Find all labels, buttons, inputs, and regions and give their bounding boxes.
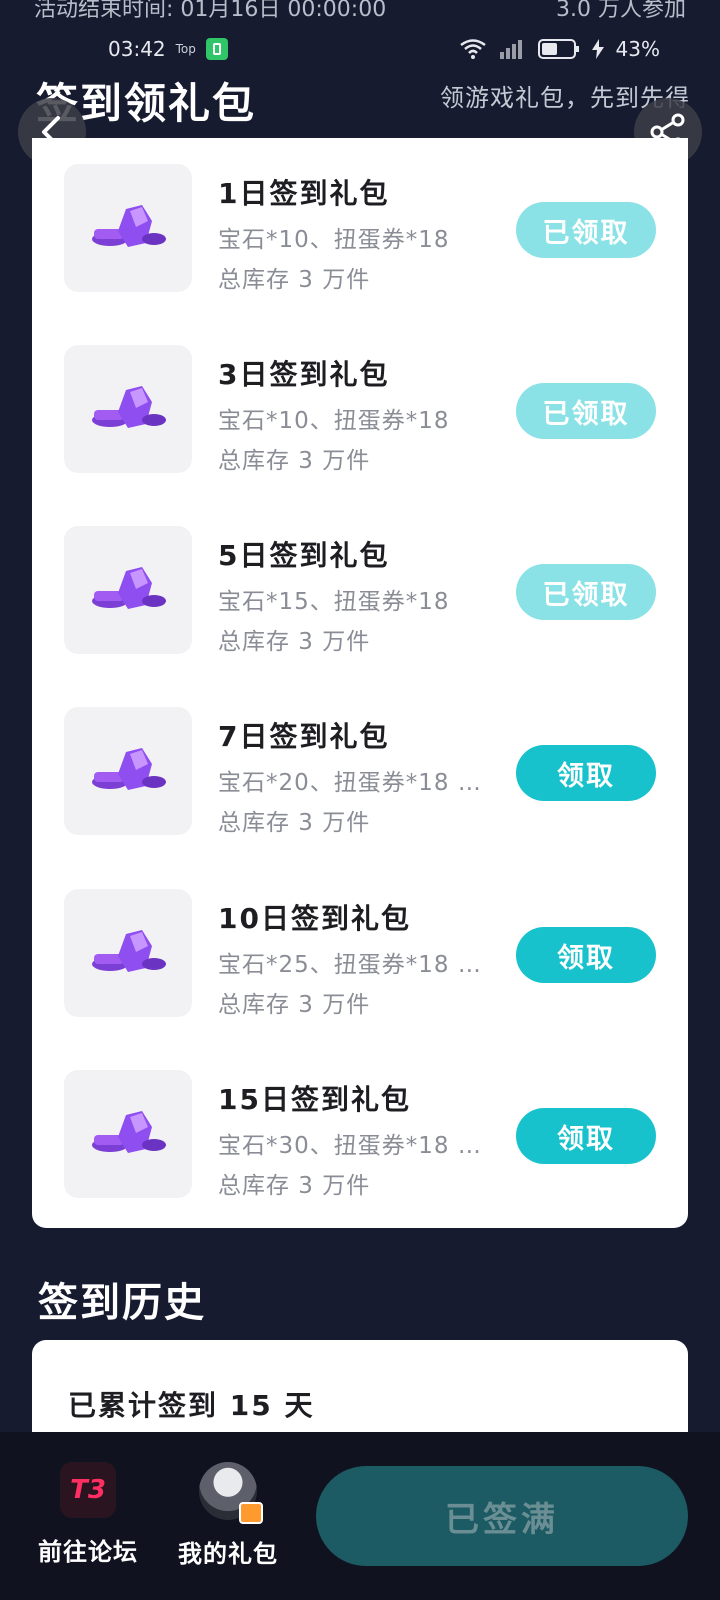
participant-count: 3.0 万人参加 bbox=[556, 0, 686, 22]
gift-stock: 总库存 3 万件 bbox=[218, 1173, 371, 1199]
gem-gift-image bbox=[64, 345, 192, 473]
status-bar: 03:42 Top 43% bbox=[0, 34, 720, 64]
gift-name: 3日签到礼包 bbox=[218, 358, 390, 391]
gift-stock: 总库存 3 万件 bbox=[218, 992, 371, 1018]
gift-name: 10日签到礼包 bbox=[218, 902, 411, 935]
activity-banner: 活动结束时间: 01月16日 00:00:00 3.0 万人参加 bbox=[0, 0, 720, 30]
gift-row-day-3: 3日签到礼包 宝石*10、扭蛋券*18 总库存 3 万件 已领取 bbox=[32, 345, 688, 475]
claimed-button[interactable]: 已领取 bbox=[516, 202, 656, 258]
gift-content: 宝石*20、扭蛋券*18 … bbox=[218, 770, 482, 796]
gift-row-day-10: 10日签到礼包 宝石*25、扭蛋券*18 … 总库存 3 万件 领取 bbox=[32, 889, 688, 1019]
status-top-label: Top bbox=[175, 42, 196, 56]
battery-app-icon bbox=[205, 38, 228, 60]
gift-content: 宝石*15、扭蛋券*18 bbox=[218, 589, 450, 615]
claimed-button[interactable]: 已领取 bbox=[516, 564, 656, 620]
gift-row-day-15: 15日签到礼包 宝石*30、扭蛋券*18 … 总库存 3 万件 领取 bbox=[32, 1070, 688, 1200]
gift-content: 宝石*25、扭蛋券*18 … bbox=[218, 952, 482, 978]
avatar bbox=[199, 1462, 263, 1524]
gift-name: 5日签到礼包 bbox=[218, 539, 390, 572]
activity-end-time: 活动结束时间: 01月16日 00:00:00 bbox=[34, 0, 387, 22]
my-gifts-tab[interactable]: 我的礼包 bbox=[170, 1462, 286, 1572]
gem-gift-image bbox=[64, 707, 192, 835]
wifi-icon bbox=[459, 39, 486, 59]
gem-gift-image bbox=[64, 889, 192, 1017]
status-time: 03:42 bbox=[108, 37, 166, 61]
gem-gift-image bbox=[64, 526, 192, 654]
battery-icon bbox=[537, 39, 579, 59]
gift-name: 7日签到礼包 bbox=[218, 720, 390, 753]
gift-row-day-1: 1日签到礼包 宝石*10、扭蛋券*18 总库存 3 万件 已领取 bbox=[32, 164, 688, 294]
page-header: 签到领礼包 领游戏礼包，先到先得 bbox=[0, 64, 720, 166]
gift-stock: 总库存 3 万件 bbox=[218, 810, 371, 836]
forum-logo-icon: T3 bbox=[60, 1462, 116, 1518]
signal-icon bbox=[499, 40, 522, 59]
gift-content: 宝石*10、扭蛋券*18 bbox=[218, 227, 450, 253]
my-gifts-label: 我的礼包 bbox=[178, 1540, 278, 1568]
claim-button[interactable]: 领取 bbox=[516, 745, 656, 801]
check-in-full-button[interactable]: 已签满 bbox=[316, 1466, 688, 1566]
gift-stock: 总库存 3 万件 bbox=[218, 267, 371, 293]
gift-name: 15日签到礼包 bbox=[218, 1083, 411, 1116]
gift-stock: 总库存 3 万件 bbox=[218, 448, 371, 474]
gift-row-day-7: 7日签到礼包 宝石*20、扭蛋券*18 … 总库存 3 万件 领取 bbox=[32, 707, 688, 837]
claimed-button[interactable]: 已领取 bbox=[516, 383, 656, 439]
gift-row-day-5: 5日签到礼包 宝石*15、扭蛋券*18 总库存 3 万件 已领取 bbox=[32, 526, 688, 656]
forum-label: 前往论坛 bbox=[38, 1538, 138, 1566]
claim-button[interactable]: 领取 bbox=[516, 927, 656, 983]
claim-button[interactable]: 领取 bbox=[516, 1108, 656, 1164]
charging-icon bbox=[591, 39, 604, 59]
history-summary: 已累计签到 15 天 bbox=[68, 1389, 315, 1422]
bottom-bar: T3 前往论坛 我的礼包 已签满 bbox=[0, 1432, 720, 1600]
gift-stock: 总库存 3 万件 bbox=[218, 629, 371, 655]
history-title: 签到历史 bbox=[38, 1280, 206, 1326]
gift-list: 1日签到礼包 宝石*10、扭蛋券*18 总库存 3 万件 已领取 3日签到礼包 … bbox=[32, 138, 688, 1228]
gift-content: 宝石*30、扭蛋券*18 … bbox=[218, 1133, 482, 1159]
gift-box-icon bbox=[239, 1502, 263, 1524]
gift-name: 1日签到礼包 bbox=[218, 177, 390, 210]
forum-tab[interactable]: T3 前往论坛 bbox=[30, 1462, 146, 1572]
gem-gift-image bbox=[64, 1070, 192, 1198]
battery-percent: 43% bbox=[615, 37, 660, 61]
gem-gift-image bbox=[64, 164, 192, 292]
gift-content: 宝石*10、扭蛋券*18 bbox=[218, 408, 450, 434]
